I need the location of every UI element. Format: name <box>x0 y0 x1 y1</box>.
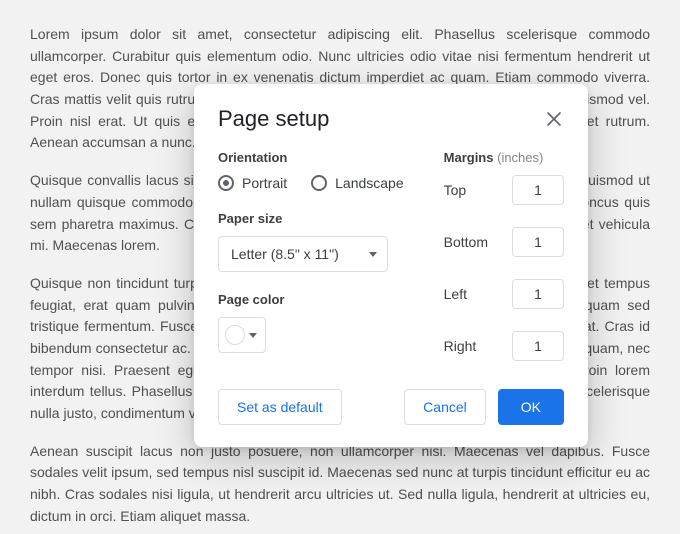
close-button[interactable] <box>544 109 564 129</box>
color-swatch <box>225 325 245 345</box>
dropdown-value: Letter (8.5" x 11") <box>231 246 339 262</box>
chevron-down-icon <box>249 333 257 338</box>
margin-top-label: Top <box>444 182 467 198</box>
cancel-button[interactable]: Cancel <box>404 389 486 425</box>
ok-button[interactable]: OK <box>498 389 564 425</box>
radio-icon <box>311 175 327 191</box>
chevron-down-icon <box>369 252 377 257</box>
margin-bottom-input[interactable] <box>512 227 564 257</box>
orientation-label: Orientation <box>218 150 404 165</box>
orientation-landscape-radio[interactable]: Landscape <box>311 175 404 191</box>
page-setup-dialog: Page setup Orientation Portrait Landscap… <box>194 84 588 447</box>
paper-size-dropdown[interactable]: Letter (8.5" x 11") <box>218 236 388 272</box>
paper-size-label: Paper size <box>218 211 404 226</box>
margin-top-input[interactable] <box>512 175 564 205</box>
dialog-title: Page setup <box>218 106 329 132</box>
margin-right-label: Right <box>444 338 477 354</box>
radio-label: Landscape <box>335 175 404 191</box>
close-icon <box>547 112 561 126</box>
margin-left-input[interactable] <box>512 279 564 309</box>
margin-bottom-label: Bottom <box>444 234 488 250</box>
radio-label: Portrait <box>242 175 287 191</box>
radio-icon <box>218 175 234 191</box>
right-column: Margins (inches) Top Bottom Left Right <box>444 150 564 361</box>
margin-right-input[interactable] <box>512 331 564 361</box>
page-color-picker[interactable] <box>218 317 266 353</box>
margins-label: Margins (inches) <box>444 150 564 165</box>
margin-left-label: Left <box>444 286 467 302</box>
orientation-portrait-radio[interactable]: Portrait <box>218 175 287 191</box>
set-as-default-button[interactable]: Set as default <box>218 389 342 425</box>
page-color-label: Page color <box>218 292 404 307</box>
left-column: Orientation Portrait Landscape Paper siz… <box>218 150 404 361</box>
